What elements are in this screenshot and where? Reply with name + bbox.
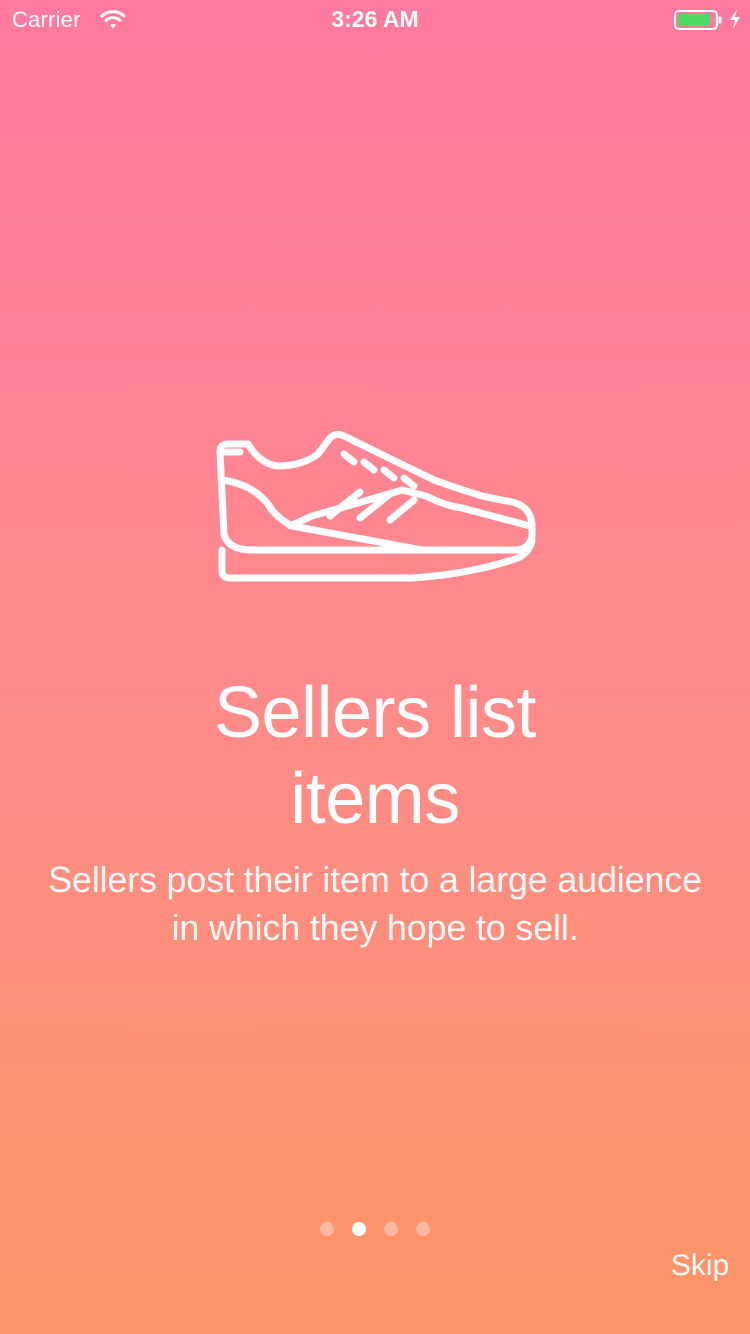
page-title-line-1: Sellers list: [213, 673, 537, 753]
page-dot-active[interactable]: [352, 1222, 366, 1236]
onboarding-screen: Carrier 3:26 AM Sellers list items Selle…: [0, 0, 750, 1334]
clock: 3:26 AM: [331, 6, 419, 32]
page-dot[interactable]: [320, 1222, 334, 1236]
page-dot[interactable]: [416, 1222, 430, 1236]
page-title: Sellers list items: [75, 670, 675, 842]
status-bar: Carrier 3:26 AM: [0, 0, 750, 40]
page-title-line-2: items: [290, 759, 460, 839]
page-indicator[interactable]: [0, 1222, 750, 1238]
page-dot[interactable]: [384, 1222, 398, 1236]
charging-icon: [730, 9, 740, 29]
battery-icon: [674, 10, 722, 30]
sneaker-icon: [216, 430, 536, 582]
page-description: Sellers post their item to a large audie…: [48, 859, 702, 948]
skip-button[interactable]: Skip: [664, 1244, 736, 1288]
